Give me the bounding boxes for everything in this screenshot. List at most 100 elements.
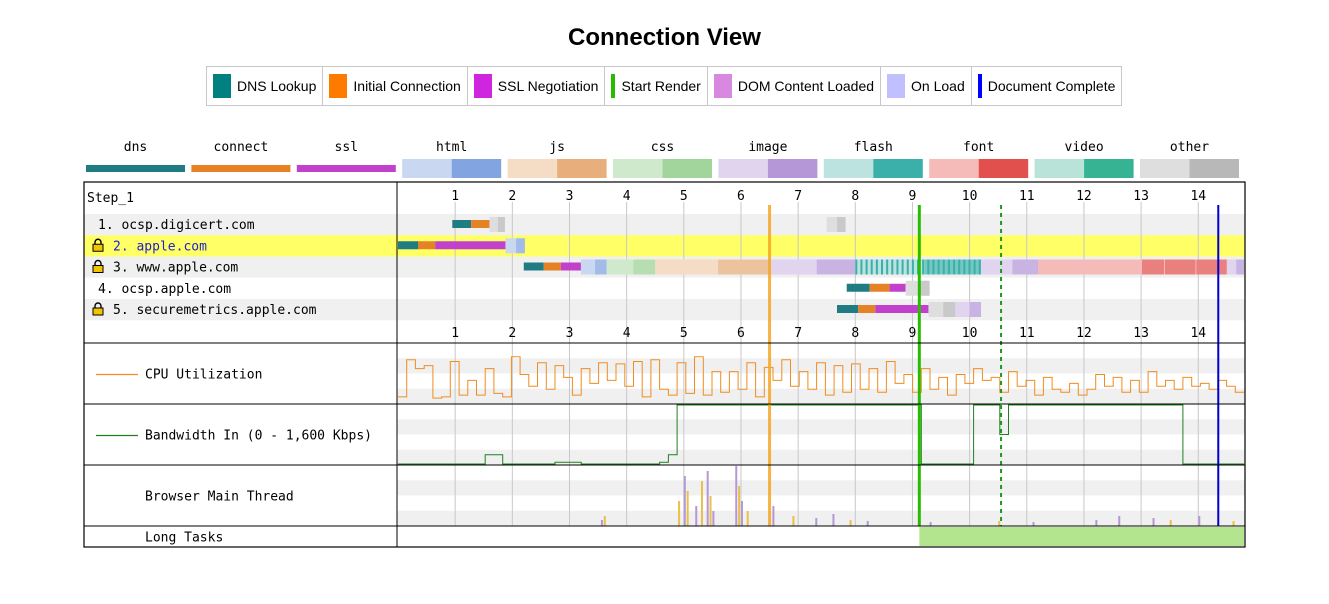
segment-ssl xyxy=(889,283,906,292)
tick-label-top: 10 xyxy=(962,189,978,204)
segment-flash-stripe xyxy=(968,259,971,275)
metric-band xyxy=(397,358,1245,374)
tick-label-top: 1 xyxy=(451,189,459,204)
tick-label-bottom: 10 xyxy=(962,326,978,341)
lock-icon-body xyxy=(92,243,104,252)
main-thread-spike xyxy=(1118,516,1121,526)
main-thread-spike xyxy=(686,491,689,526)
segment-dns xyxy=(846,283,870,292)
tick-label-bottom: 9 xyxy=(909,326,917,341)
metric-label: Long Tasks xyxy=(145,531,223,546)
type-legend-label: flash xyxy=(854,140,893,155)
tick-label-top: 6 xyxy=(737,189,745,204)
request-row-bg xyxy=(84,277,1245,299)
tick-label-top: 5 xyxy=(680,189,688,204)
type-legend-swatch-dark xyxy=(767,159,818,178)
tick-label-bottom: 4 xyxy=(623,326,631,341)
segment-dns xyxy=(398,241,419,250)
segment-flash-stripe xyxy=(896,259,899,275)
segment-ssl xyxy=(435,241,506,250)
segment-flash-stripe xyxy=(860,259,863,275)
segment-html-dark xyxy=(516,238,525,254)
segment-font-divider xyxy=(1038,259,1040,275)
segment-dns xyxy=(523,262,544,271)
main-thread-spike xyxy=(998,521,1001,526)
main-thread-spike xyxy=(683,476,686,526)
type-legend-swatch-light xyxy=(507,159,558,178)
tick-label-bottom: 13 xyxy=(1133,326,1149,341)
main-thread-spike xyxy=(1169,520,1172,526)
metric-band xyxy=(397,343,1245,359)
main-thread-spike xyxy=(738,486,741,526)
type-legend-label: image xyxy=(748,140,787,155)
type-legend-swatch xyxy=(191,165,291,172)
segment-other-dark xyxy=(943,302,956,317)
type-legend-swatch-dark xyxy=(978,159,1029,178)
main-thread-spike xyxy=(600,520,603,526)
type-legend-swatch-dark xyxy=(451,159,502,178)
metric-band xyxy=(397,388,1245,404)
metric-band xyxy=(397,434,1245,450)
tick-label-bottom: 6 xyxy=(737,326,745,341)
tick-label-top: 14 xyxy=(1190,189,1206,204)
segment-connect xyxy=(869,283,890,292)
type-legend-label: ssl xyxy=(335,140,358,155)
main-thread-spike xyxy=(1232,521,1235,526)
segment-connect xyxy=(471,220,490,228)
segment-flash-stripe xyxy=(881,259,884,275)
segment-flash-stripe xyxy=(942,259,945,275)
long-task-bar xyxy=(919,527,1244,546)
main-thread-spike xyxy=(832,514,835,526)
lock-icon-body xyxy=(92,265,104,273)
tick-label-top: 4 xyxy=(623,189,631,204)
tick-label-top: 8 xyxy=(851,189,859,204)
main-thread-spike xyxy=(1032,522,1035,526)
tick-label-top: 2 xyxy=(508,189,516,204)
segment-image-dark xyxy=(969,302,982,317)
tick-label-top: 11 xyxy=(1019,189,1035,204)
step-label: Step_1 xyxy=(87,191,134,206)
tick-label-bottom: 3 xyxy=(566,326,574,341)
metric-band xyxy=(397,480,1245,496)
type-legend-swatch-dark xyxy=(557,159,607,178)
segment-flash-stripe xyxy=(953,259,956,275)
type-legend-label: dns xyxy=(124,140,147,155)
segment-font-divider xyxy=(1163,259,1165,275)
segment-flash-stripe xyxy=(865,259,868,275)
segment-flash-stripe xyxy=(855,259,858,275)
type-legend-swatch-light xyxy=(402,159,452,178)
request-row-bg xyxy=(84,214,1245,236)
type-legend-label: html xyxy=(436,140,467,155)
segment-connect xyxy=(418,241,436,250)
segment-font-divider xyxy=(1195,259,1197,275)
main-thread-spike xyxy=(735,466,738,526)
main-thread-spike xyxy=(1198,516,1201,526)
segment-flash-stripe xyxy=(932,259,935,275)
main-thread-spike xyxy=(929,522,932,526)
metric-band xyxy=(397,495,1245,511)
segment-image-dark xyxy=(816,259,856,275)
main-thread-spike xyxy=(695,506,698,526)
tick-label-bottom: 1 xyxy=(451,326,459,341)
main-thread-spike xyxy=(849,520,852,526)
main-thread-spike xyxy=(709,496,712,526)
type-legend-swatch xyxy=(86,165,185,172)
lock-icon-body xyxy=(92,307,104,316)
segment-flash-stripe xyxy=(891,259,894,275)
tick-label-bottom: 8 xyxy=(851,326,859,341)
metric-label: Browser Main Thread xyxy=(145,490,294,505)
request-row-label: 2. apple.com xyxy=(113,239,207,254)
segment-flash-stripe xyxy=(901,259,904,275)
segment-other-dark xyxy=(497,217,505,232)
segment-image-dark xyxy=(1012,259,1039,275)
type-legend-swatch-light xyxy=(613,159,663,178)
type-legend-swatch-dark xyxy=(662,159,712,178)
segment-flash-stripe xyxy=(973,259,976,275)
tick-label-top: 13 xyxy=(1133,189,1149,204)
tick-label-bottom: 5 xyxy=(680,326,688,341)
type-legend-swatch-dark xyxy=(873,159,923,178)
segment-connect xyxy=(543,262,561,271)
main-thread-spike xyxy=(712,511,715,526)
metric-band xyxy=(397,404,1245,420)
metric-band xyxy=(397,449,1245,465)
